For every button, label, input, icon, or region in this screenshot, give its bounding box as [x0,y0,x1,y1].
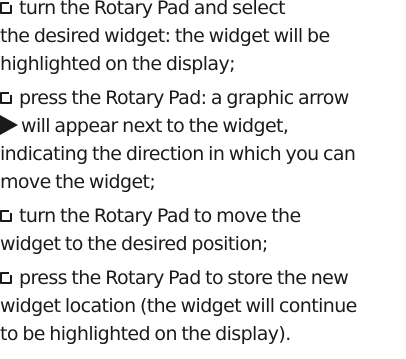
step-line: indicating the direction in which you ca… [0,143,356,165]
checkbox-bullet-icon [0,271,13,284]
step-text: press the Rotary Pad: a graphic arrow [19,87,349,109]
step-line: the desired widget: the widget will be [0,25,330,47]
step-line: turn the Rotary Pad to move the [0,202,406,230]
step-line: will appear next to the widget, [0,112,406,140]
step-line: to be highlighted on the display). [0,323,291,345]
checkbox-bullet-icon [0,1,13,14]
instruction-steps: turn the Rotary Pad and select the desir… [0,0,406,348]
step-line: widget location (the widget will continu… [0,295,357,317]
step-line: press the Rotary Pad: a graphic arrow [0,84,406,112]
step-line: highlighted on the display; [0,53,236,75]
step-line: move the widget; [0,171,156,193]
checkbox-bullet-icon [0,209,13,222]
step-4: press the Rotary Pad to store the new wi… [0,264,406,348]
step-line: turn the Rotary Pad and select [0,0,406,22]
step-1: turn the Rotary Pad and select the desir… [0,0,406,78]
step-2: press the Rotary Pad: a graphic arrow wi… [0,84,406,196]
step-line: press the Rotary Pad to store the new [0,264,406,292]
step-3: turn the Rotary Pad to move the widget t… [0,202,406,258]
graphic-arrow-icon [0,115,18,135]
step-line: widget to the desired position; [0,233,268,255]
checkbox-bullet-icon [0,91,13,104]
step-text: turn the Rotary Pad to move the [19,205,301,227]
step-text: turn the Rotary Pad and select [19,0,286,19]
step-text: press the Rotary Pad to store the new [19,267,349,289]
step-text: will appear next to the widget, [21,115,289,137]
